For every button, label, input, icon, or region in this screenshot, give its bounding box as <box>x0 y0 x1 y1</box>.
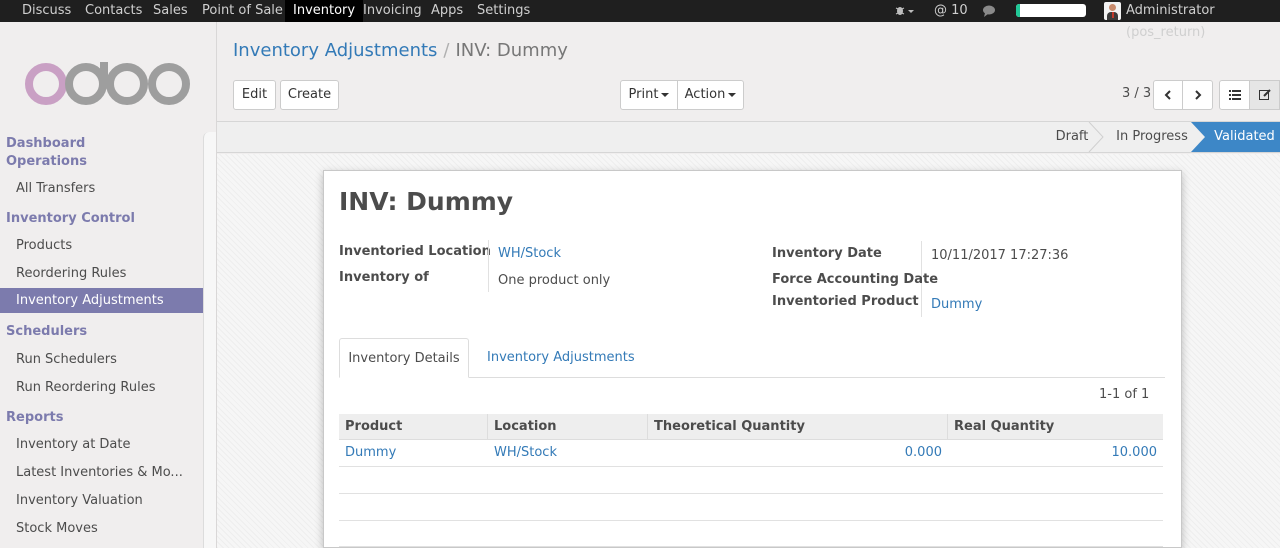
field-divider <box>488 240 489 292</box>
print-caret-icon <box>661 92 670 97</box>
mentions-count: 10 <box>951 3 968 18</box>
row-divider <box>339 546 1163 547</box>
sidebar-scrollbar[interactable] <box>203 132 216 548</box>
list-icon <box>1228 89 1241 100</box>
chat-bubbles-icon[interactable] <box>982 4 998 18</box>
sidebar-item-run-reordering-rules[interactable]: Run Reordering Rules <box>0 375 203 400</box>
status-bar: Draft In Progress Validated <box>217 121 1280 153</box>
print-dropdown[interactable]: Print <box>620 80 678 110</box>
breadcrumb-current: INV: Dummy <box>455 40 568 61</box>
value-inventory-of: One product only <box>498 273 611 288</box>
value-inventory-date: 10/11/2017 17:27:36 <box>931 248 1069 263</box>
label-inventory-date: Inventory Date <box>772 246 882 261</box>
cell-location[interactable]: WH/Stock <box>494 445 557 460</box>
column-theoretical-quantity[interactable]: Theoretical Quantity <box>654 414 805 440</box>
chevron-right-icon <box>1194 89 1201 100</box>
cell-product[interactable]: Dummy <box>345 445 396 460</box>
sidebar-group-dashboard-operations[interactable]: Dashboard Operations <box>6 135 106 171</box>
sidebar-item-inventory-adjustments[interactable]: Inventory Adjustments <box>0 288 203 313</box>
stage-arrow-icon <box>1088 122 1104 152</box>
record-counter: 1-1 of 1 <box>1099 387 1150 402</box>
stage-arrow-icon <box>1191 122 1209 152</box>
top-navbar: Discuss Contacts Sales Point of Sale Inv… <box>0 0 1280 40</box>
print-label: Print <box>628 87 659 102</box>
onboarding-progress-bar[interactable] <box>1016 4 1086 17</box>
sidebar-group-schedulers[interactable]: Schedulers <box>6 324 87 339</box>
table-header: Product Location Theoretical Quantity Re… <box>339 414 1163 440</box>
column-divider <box>487 414 488 440</box>
row-divider <box>339 466 1163 467</box>
create-button[interactable]: Create <box>280 80 339 110</box>
pager-value[interactable]: 3 / 3 <box>1122 86 1151 101</box>
sidebar-item-stock-moves[interactable]: Stock Moves <box>0 516 203 541</box>
menu-sales[interactable]: Sales <box>153 0 188 22</box>
menu-contacts[interactable]: Contacts <box>85 0 142 22</box>
column-real-quantity[interactable]: Real Quantity <box>954 414 1054 440</box>
user-avatar[interactable] <box>1104 2 1121 20</box>
menu-discuss[interactable]: Discuss <box>0 0 85 22</box>
list-view-button[interactable] <box>1219 80 1250 110</box>
value-inventoried-product[interactable]: Dummy <box>931 297 982 312</box>
form-view-button[interactable] <box>1249 80 1280 110</box>
row-divider <box>339 493 1163 494</box>
column-product[interactable]: Product <box>345 414 402 440</box>
pager-previous-button[interactable] <box>1153 80 1183 110</box>
menu-invoicing[interactable]: Invoicing <box>363 0 422 22</box>
cell-theoretical-quantity[interactable]: 0.000 <box>842 445 942 460</box>
pager-next-button[interactable] <box>1182 80 1213 110</box>
menu-apps[interactable]: Apps <box>431 0 463 22</box>
menu-point-of-sale[interactable]: Point of Sale <box>202 0 283 22</box>
breadcrumb-separator: / <box>443 40 450 61</box>
action-dropdown[interactable]: Action <box>677 80 744 110</box>
tab-inventory-details[interactable]: Inventory Details <box>339 338 469 378</box>
breadcrumb-parent[interactable]: Inventory Adjustments <box>233 40 437 61</box>
column-location[interactable]: Location <box>494 414 557 440</box>
stage-in-progress: In Progress <box>1116 129 1188 144</box>
label-inventoried-product: Inventoried Product <box>772 294 919 309</box>
value-inventoried-location[interactable]: WH/Stock <box>498 246 561 261</box>
sidebar-item-inventory-at-date[interactable]: Inventory at Date <box>0 432 203 457</box>
action-label: Action <box>684 87 726 102</box>
mentions-at-icon[interactable]: @ 10 <box>934 0 968 22</box>
sidebar-group-reports[interactable]: Reports <box>6 410 63 425</box>
menu-inventory[interactable]: Inventory <box>285 0 364 22</box>
column-divider <box>647 414 648 440</box>
column-divider <box>947 414 948 440</box>
breadcrumb: Inventory Adjustments / INV: Dummy <box>233 40 568 61</box>
sidebar-group-inventory-control[interactable]: Inventory Control <box>6 211 135 226</box>
progress-fill <box>1016 4 1020 17</box>
label-inventoried-location: Inventoried Location <box>339 244 491 259</box>
tab-inventory-adjustments[interactable]: Inventory Adjustments <box>487 338 635 378</box>
sidebar-item-all-transfers[interactable]: All Transfers <box>0 176 203 201</box>
row-divider <box>339 520 1163 521</box>
label-inventory-of: Inventory of <box>339 270 429 285</box>
edit-button[interactable]: Edit <box>233 80 276 110</box>
chevron-left-icon <box>1164 89 1171 100</box>
sidebar: Dashboard Operations All Transfers Inven… <box>0 22 217 548</box>
user-menu[interactable]: Administrator (pos_return) <box>1126 0 1280 40</box>
sidebar-item-run-schedulers[interactable]: Run Schedulers <box>0 347 203 372</box>
debug-bug-icon[interactable] <box>893 0 915 22</box>
sidebar-item-inventory-valuation[interactable]: Inventory Valuation <box>0 488 203 513</box>
label-force-accounting-date: Force Accounting Date <box>772 272 939 287</box>
menu-settings[interactable]: Settings <box>477 0 530 22</box>
edit-form-icon <box>1258 88 1271 100</box>
odoo-logo[interactable] <box>24 62 192 112</box>
sidebar-item-latest-inventories[interactable]: Latest Inventories & Mo... <box>0 460 203 485</box>
record-title: INV: Dummy <box>339 187 514 216</box>
stage-validated: Validated <box>1209 122 1280 152</box>
sidebar-item-reordering-rules[interactable]: Reordering Rules <box>0 261 203 286</box>
cell-real-quantity[interactable]: 10.000 <box>1057 445 1158 460</box>
sidebar-item-products[interactable]: Products <box>0 233 203 258</box>
action-caret-icon <box>728 92 737 97</box>
